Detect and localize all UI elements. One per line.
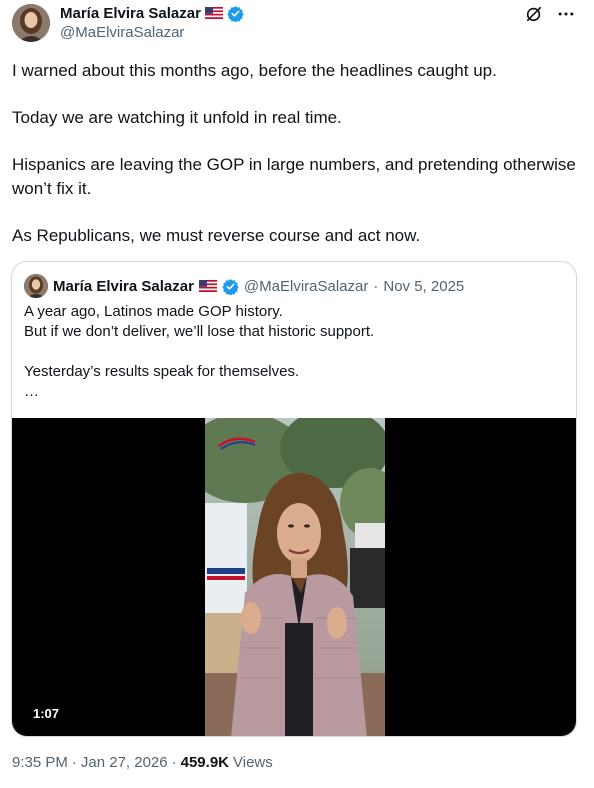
tweet-paragraph: As Republicans, we must reverse course a… (12, 226, 421, 245)
avatar-image (24, 274, 48, 298)
tweet-text: I warned about this months ago, before t… (12, 59, 582, 271)
verified-badge-icon (222, 278, 239, 295)
tweet-paragraph: I warned about this months ago, before t… (12, 61, 497, 80)
tweet-time[interactable]: 9:35 PM (12, 754, 68, 771)
verified-badge-icon (227, 5, 244, 22)
quoted-tweet-header: María Elvira Salazar @MaElviraSalazar · … (24, 274, 464, 298)
avatar-image (12, 4, 50, 42)
quoted-text-line: … (24, 383, 39, 400)
tweet: María Elvira Salazar @MaElviraSalazar I … (0, 0, 594, 788)
tweet-paragraph: Today we are watching it unfold in real … (12, 108, 342, 127)
quoted-author-handle[interactable]: @MaElviraSalazar (244, 278, 368, 295)
quoted-author-avatar[interactable] (24, 274, 48, 298)
header-actions (524, 4, 576, 24)
meta-separator: · (373, 277, 379, 295)
quoted-tweet-text: A year ago, Latinos made GOP history. Bu… (24, 302, 564, 402)
video-player[interactable]: 1:07 (12, 418, 576, 736)
tweet-meta: 9:35 PM · Jan 27, 2026 · 459.9K Views (12, 754, 273, 771)
views-count: 459.9K (180, 754, 229, 771)
author-handle[interactable]: @MaElviraSalazar (60, 24, 184, 41)
quoted-text-line: But if we don’t deliver, we’ll lose that… (24, 323, 375, 340)
quoted-tweet-date[interactable]: Nov 5, 2025 (383, 278, 464, 295)
meta-separator: · (171, 754, 177, 771)
us-flag-icon (198, 280, 217, 292)
author-avatar[interactable] (12, 4, 50, 42)
author-display-name[interactable]: María Elvira Salazar (60, 5, 201, 22)
quoted-author-name[interactable]: María Elvira Salazar (53, 278, 194, 295)
quoted-text-line: Yesterday’s results speak for themselves… (24, 363, 300, 380)
channel-logo (215, 434, 259, 456)
more-icon[interactable] (556, 4, 576, 24)
quoted-text-line: A year ago, Latinos made GOP history. (24, 303, 283, 320)
views-label: Views (233, 754, 273, 771)
quoted-text-line (24, 342, 564, 362)
tweet-paragraph: Hispanics are leaving the GOP in large n… (12, 155, 576, 198)
author-name-row: María Elvira Salazar (60, 3, 244, 23)
video-thumbnail (205, 418, 385, 736)
tweet-date[interactable]: Jan 27, 2026 (81, 754, 168, 771)
video-duration: 1:07 (26, 703, 67, 724)
meta-separator: · (71, 754, 77, 771)
grok-icon[interactable] (524, 4, 544, 24)
us-flag-icon (204, 7, 223, 19)
quoted-tweet[interactable]: María Elvira Salazar @MaElviraSalazar · … (11, 261, 577, 737)
